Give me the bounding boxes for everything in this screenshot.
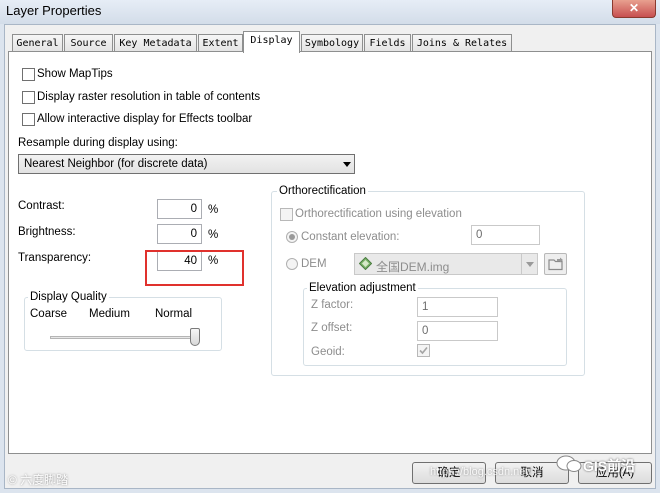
tab-joins-relates[interactable]: Joins & Relates [412, 34, 512, 52]
close-icon: ✕ [628, 1, 640, 15]
constant-elevation-input[interactable]: 0 [471, 225, 540, 245]
chat-bubble-icon [556, 454, 582, 474]
tab-fields[interactable]: Fields [364, 34, 411, 52]
watermark-right: GIS前沿 [583, 458, 636, 474]
elevation-adjustment-title: Elevation adjustment [307, 282, 418, 294]
checkmark-icon [419, 346, 428, 355]
transparency-label: Transparency: [18, 252, 92, 264]
quality-normal-label: Normal [155, 308, 193, 320]
close-button[interactable]: ✕ [612, 0, 656, 18]
show-maptips-label: Show MapTips [37, 68, 113, 80]
folder-icon [548, 257, 564, 271]
interactive-display-checkbox[interactable] [22, 113, 35, 126]
resample-dropdown[interactable]: Nearest Neighbor (for discrete data) [18, 154, 355, 174]
quality-coarse-label: Coarse [30, 308, 68, 320]
watermark-center: https://blog.csdn.net/... [430, 466, 541, 478]
geoid-checkbox[interactable] [417, 344, 430, 357]
display-resolution-label: Display raster resolution in table of co… [37, 91, 261, 103]
display-quality-title: Display Quality [28, 291, 109, 303]
tab-general[interactable]: General [12, 34, 63, 52]
constant-elevation-label: Constant elevation: [301, 231, 400, 243]
tab-key-metadata[interactable]: Key Metadata [114, 34, 197, 52]
tab-display[interactable]: Display [243, 31, 300, 53]
contrast-unit: % [208, 204, 219, 216]
geoid-label: Geoid: [311, 346, 345, 358]
chevron-down-icon [526, 262, 534, 267]
resample-value: Nearest Neighbor (for discrete data) [24, 158, 208, 170]
dem-radio[interactable] [286, 258, 298, 270]
z-factor-input[interactable]: 1 [417, 297, 498, 317]
contrast-input[interactable]: 0 [157, 199, 202, 219]
tab-symbology[interactable]: Symbology [301, 34, 363, 52]
ortho-elevation-label: Orthorectification using elevation [295, 208, 462, 220]
brightness-input[interactable]: 0 [157, 224, 202, 244]
display-resolution-checkbox[interactable] [22, 91, 35, 104]
interactive-display-label: Allow interactive display for Effects to… [37, 113, 253, 125]
window-title: Layer Properties [6, 3, 102, 18]
annotation-highlight-box [145, 250, 244, 286]
dem-dropdown[interactable]: 全国DEM.img [354, 253, 538, 275]
quality-medium-label: Medium [89, 308, 130, 320]
dem-dropdown-button[interactable] [521, 254, 538, 274]
raster-dataset-icon [358, 256, 373, 271]
constant-elevation-radio[interactable] [286, 231, 298, 243]
orthorectification-title: Orthorectification [277, 185, 368, 197]
dem-value: 全国DEM.img [376, 260, 450, 274]
brightness-unit: % [208, 229, 219, 241]
contrast-label: Contrast: [18, 200, 65, 212]
browse-dem-button[interactable] [544, 253, 567, 275]
z-factor-label: Z factor: [311, 299, 354, 311]
tab-extent[interactable]: Extent [198, 34, 243, 52]
resample-label: Resample during display using: [18, 137, 178, 149]
ortho-elevation-checkbox[interactable] [280, 208, 293, 221]
z-offset-input[interactable]: 0 [417, 321, 498, 341]
show-maptips-checkbox[interactable] [22, 68, 35, 81]
quality-slider-thumb[interactable] [190, 328, 200, 346]
dem-label: DEM [301, 258, 327, 270]
watermark-left: © 六度脚踏 [8, 473, 69, 487]
tab-source[interactable]: Source [64, 34, 113, 52]
chevron-down-icon [343, 162, 351, 167]
z-offset-label: Z offset: [311, 322, 353, 334]
quality-slider-track [50, 336, 200, 339]
brightness-label: Brightness: [18, 226, 76, 238]
